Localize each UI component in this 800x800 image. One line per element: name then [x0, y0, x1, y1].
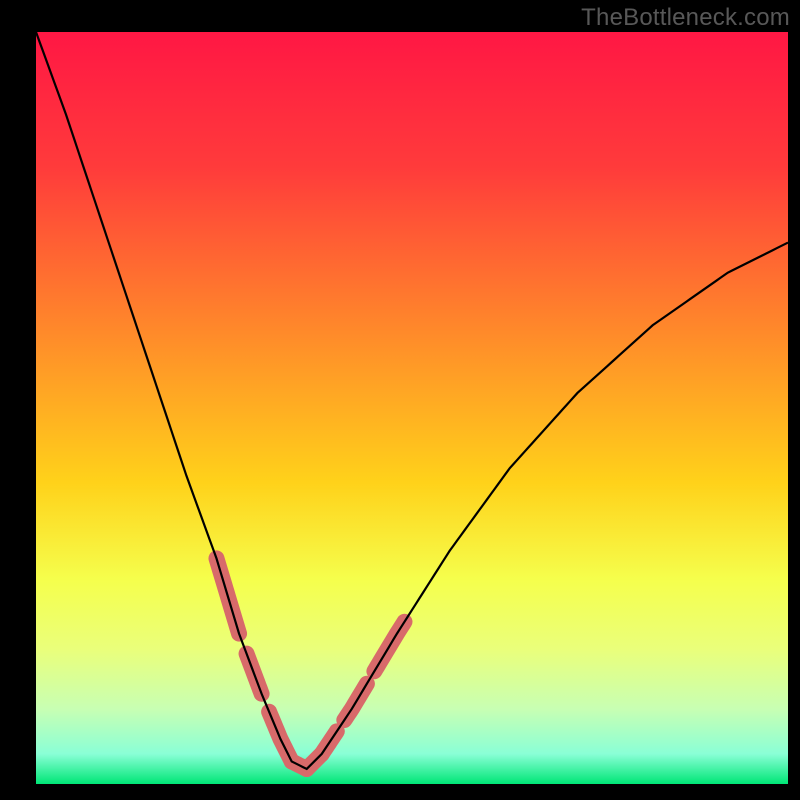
chart-svg — [0, 0, 800, 800]
chart-root: TheBottleneck.com — [0, 0, 800, 800]
plot-background — [36, 32, 788, 784]
watermark-text: TheBottleneck.com — [581, 4, 790, 32]
